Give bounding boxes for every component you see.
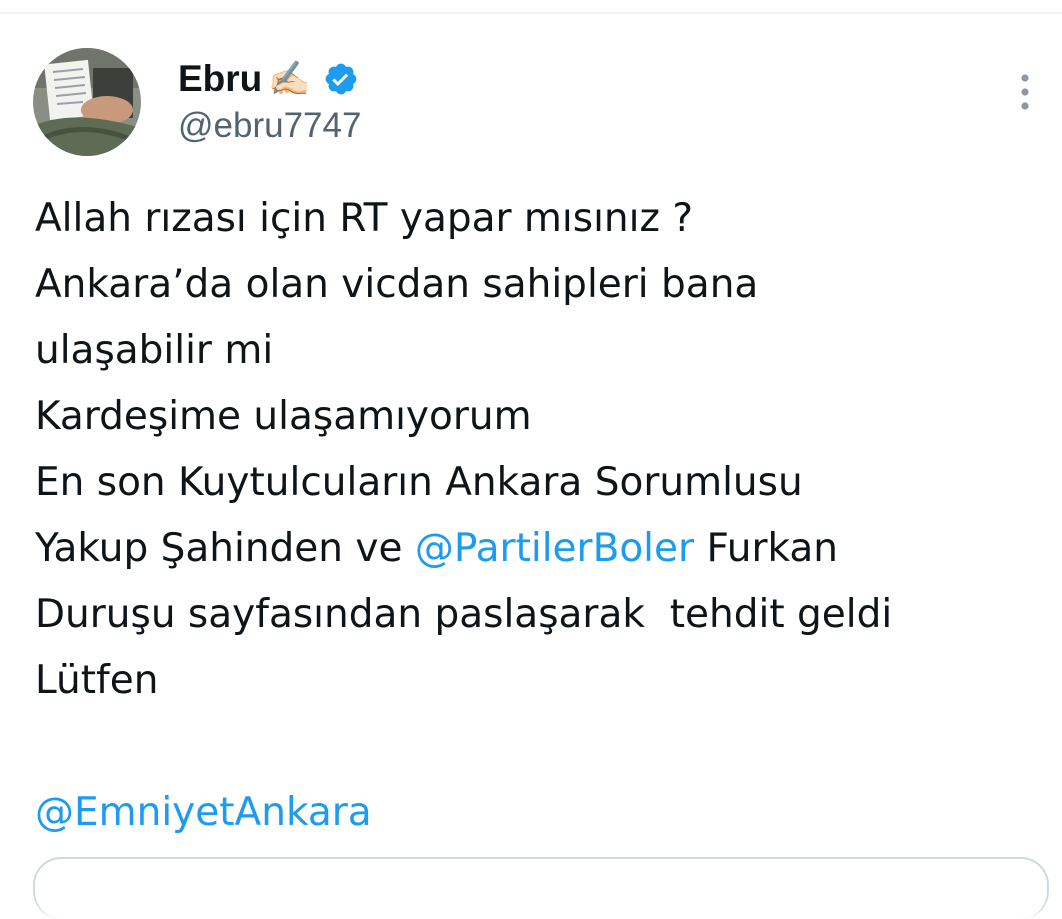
display-name[interactable]: Ebru	[178, 58, 262, 100]
avatar[interactable]	[33, 48, 141, 156]
tweet-line-2: Ankara’da olan vicdan sahipleri bana	[35, 262, 759, 307]
tweet-line-4: Kardeşime ulaşamıyorum	[35, 394, 532, 439]
more-vertical-icon[interactable]	[1010, 72, 1040, 112]
tweet-line-5: En son Kuytulcuların Ankara Sorumlusu	[35, 460, 803, 505]
mention-link-partilerboler[interactable]: @PartilerBoler	[415, 526, 694, 571]
tweet-text: Allah rızası için RT yapar mısınız ? Ank…	[35, 186, 1045, 846]
author-handle[interactable]: @ebru7747	[178, 106, 361, 146]
tweet-line-1: Allah rızası için RT yapar mısınız ?	[35, 196, 694, 241]
mention-link-emniyetankara[interactable]: @EmniyetAnkara	[35, 790, 372, 835]
author-name-row[interactable]: Ebru ✍🏻	[178, 54, 359, 104]
tweet-line-6: Yakup Şahinden ve @PartilerBoler Furkan	[35, 516, 1045, 582]
tweet-line-8: Lütfen	[35, 658, 159, 703]
top-divider	[0, 12, 1062, 14]
tweet-line-3: ulaşabilir mi	[35, 328, 274, 373]
writing-hand-emoji: ✍🏻	[268, 59, 311, 99]
avatar-photo	[33, 48, 141, 156]
tweet-line-7: Duruşu sayfasından paslaşarak tehdit gel…	[35, 592, 893, 637]
embedded-card-preview[interactable]	[33, 857, 1049, 919]
verified-badge-icon	[323, 61, 359, 97]
tweet-line-6-after: Furkan	[694, 526, 839, 571]
tweet-line-6-before: Yakup Şahinden ve	[35, 526, 415, 571]
tweet-line-10: @EmniyetAnkara	[35, 780, 1045, 846]
